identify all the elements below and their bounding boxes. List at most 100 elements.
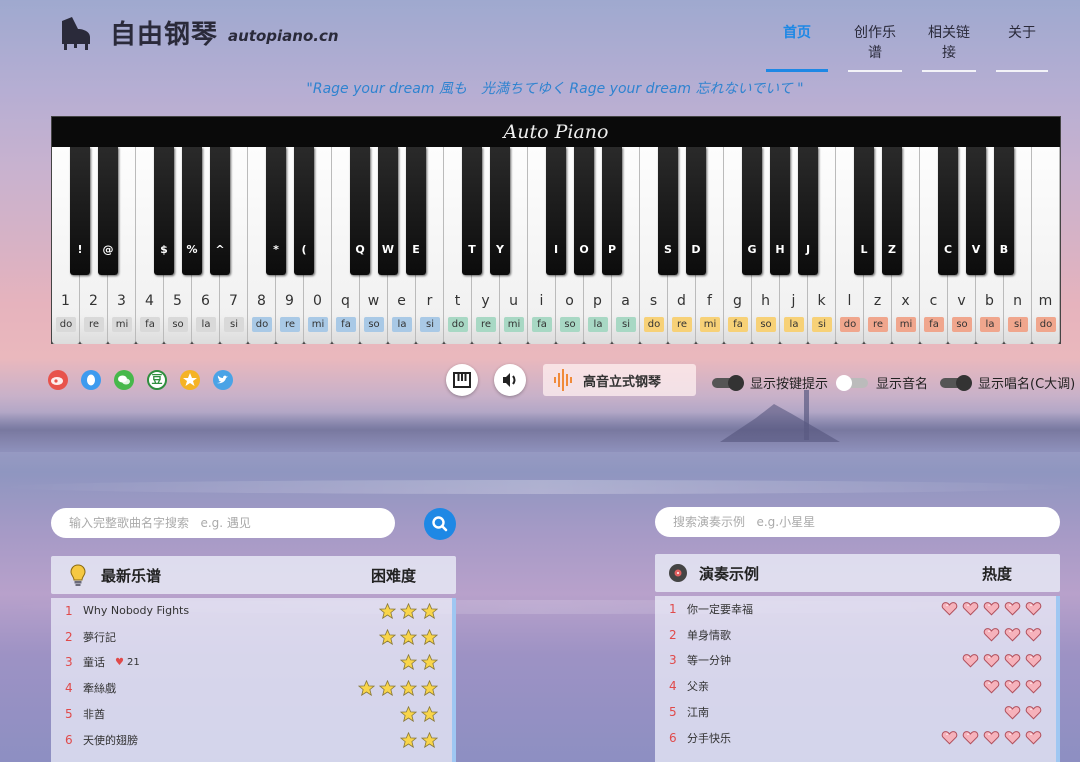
song-title[interactable]: 天使的翅膀 <box>83 732 138 748</box>
piano-black-key[interactable]: V <box>966 147 986 275</box>
key-shortcut-label: 2 <box>89 293 98 309</box>
douban-icon[interactable]: 豆 <box>147 370 167 390</box>
list-item[interactable]: 4 牽絲戲 <box>51 675 452 701</box>
piano-black-key[interactable]: P <box>602 147 622 275</box>
piano-white-key[interactable]: m do <box>1032 147 1060 344</box>
list-item[interactable]: 4 父亲 <box>655 673 1056 699</box>
piano-black-key[interactable]: B <box>994 147 1014 275</box>
weibo-icon[interactable] <box>48 370 68 390</box>
key-hints-switch[interactable] <box>712 374 744 391</box>
piano-black-key[interactable]: J <box>798 147 818 275</box>
piano-black-key[interactable]: ! <box>70 147 90 275</box>
piano-black-key[interactable]: W <box>378 147 398 275</box>
song-title[interactable]: 江南 <box>687 704 709 720</box>
piano-black-key[interactable]: * <box>266 147 286 275</box>
rating <box>375 628 438 645</box>
rank-number: 2 <box>65 629 73 644</box>
piano-black-key[interactable]: C <box>938 147 958 275</box>
solfege-label: re <box>280 317 300 332</box>
song-title[interactable]: 父亲 <box>687 678 709 694</box>
song-title[interactable]: 单身情歌 <box>687 627 731 643</box>
toggle-key-hints[interactable]: 显示按键提示 <box>712 373 828 392</box>
key-shortcut-label: e <box>397 293 406 309</box>
piano-black-key[interactable]: Q <box>350 147 370 275</box>
piano-black-key[interactable]: H <box>770 147 790 275</box>
list-item[interactable]: 1 Why Nobody Fights <box>51 598 452 624</box>
list-item[interactable]: 6 分手快乐 <box>655 725 1056 751</box>
key-shortcut-label: m <box>1038 293 1053 309</box>
sound-button[interactable] <box>494 364 526 396</box>
speaker-icon <box>503 373 516 387</box>
difficulty-star-icon <box>358 680 375 697</box>
demo-search-input[interactable] <box>655 507 1060 537</box>
piano-black-key[interactable]: T <box>462 147 482 275</box>
key-shortcut-label: g <box>733 293 742 309</box>
song-title[interactable]: 童话 <box>83 654 105 670</box>
piano-black-key[interactable]: ^ <box>210 147 230 275</box>
nav-about[interactable]: 关于 <box>996 20 1048 72</box>
song-title[interactable]: 你一定要幸福 <box>687 601 753 617</box>
list-item[interactable]: 6 天使的翅膀 <box>51 727 452 753</box>
list-item[interactable]: 5 非酋 <box>51 701 452 727</box>
favorite-star-icon[interactable] <box>180 370 200 390</box>
nav-compose[interactable]: 创作乐谱 <box>848 20 902 72</box>
piano-black-key[interactable]: ( <box>294 147 314 275</box>
solfege-switch[interactable] <box>940 374 972 391</box>
nav-links[interactable]: 相关链接 <box>922 20 976 72</box>
twitter-icon[interactable] <box>213 370 233 390</box>
toggle-solfege[interactable]: 显示唱名(C大调) <box>940 373 1075 392</box>
solfege-label: re <box>476 317 496 332</box>
list-item[interactable]: 2 夢行記 <box>51 624 452 650</box>
song-title[interactable]: 夢行記 <box>83 629 116 645</box>
key-shortcut-label: n <box>1013 293 1022 309</box>
song-title[interactable]: 等一分钟 <box>687 652 731 668</box>
piano-black-key[interactable]: % <box>182 147 202 275</box>
list-item[interactable]: 1 你一定要幸福 <box>655 596 1056 622</box>
score-search-input[interactable] <box>51 508 395 538</box>
piano-keyboard: Auto Piano 1 do 2 re 3 mi 4 fa 5 so 6 la 7 si 8 do 9 re 0 m… <box>51 116 1061 344</box>
song-title[interactable]: 牽絲戲 <box>83 680 116 696</box>
key-shortcut-label: t <box>454 293 461 309</box>
list-item[interactable]: 5 江南 <box>655 699 1056 725</box>
list-item[interactable]: 3 等一分钟 <box>655 648 1056 674</box>
piano-black-key[interactable]: D <box>686 147 706 275</box>
difficulty-star-icon <box>379 628 396 645</box>
key-shortcut-label: 3 <box>117 293 126 309</box>
score-search-button[interactable] <box>424 508 456 540</box>
qq-icon[interactable] <box>81 370 101 390</box>
list-item[interactable]: 2 单身情歌 <box>655 622 1056 648</box>
piano-black-key[interactable]: $ <box>154 147 174 275</box>
piano-black-key[interactable]: I <box>546 147 566 275</box>
key-shortcut-label: @ <box>102 243 114 256</box>
piano-black-key[interactable]: @ <box>98 147 118 275</box>
popularity-heart-icon <box>962 654 979 668</box>
rank-number: 1 <box>669 601 677 616</box>
rank-number: 2 <box>669 627 677 642</box>
piano-black-key[interactable]: E <box>406 147 426 275</box>
wechat-icon[interactable] <box>114 370 134 390</box>
likes-count: ♥ 21 <box>115 656 140 668</box>
solfege-label: do <box>1036 317 1056 332</box>
popularity-heart-icon <box>1025 705 1042 720</box>
site-logo[interactable]: 自由钢琴 autopiano.cn <box>58 14 339 51</box>
popularity-heart-icon <box>983 628 1000 642</box>
song-title[interactable]: 非酋 <box>83 706 105 722</box>
piano-black-key[interactable]: S <box>658 147 678 275</box>
solfege-label: fa <box>728 317 748 332</box>
piano-black-key[interactable]: Y <box>490 147 510 275</box>
solfege-label: mi <box>896 317 916 332</box>
note-names-switch[interactable] <box>836 374 868 391</box>
key-shortcut-label: s <box>649 293 658 309</box>
keyboard-mode-button[interactable] <box>446 364 478 396</box>
list-item[interactable]: 3 童话 ♥ 21 <box>51 650 452 676</box>
tagline-quote: "Rage your dream 風も 光満ちてゆく Rage your dre… <box>306 81 804 97</box>
piano-black-key[interactable]: G <box>742 147 762 275</box>
piano-black-key[interactable]: L <box>854 147 874 275</box>
nav-home[interactable]: 首页 <box>766 20 828 72</box>
song-title[interactable]: 分手快乐 <box>687 730 731 746</box>
song-title[interactable]: Why Nobody Fights <box>83 604 189 617</box>
piano-black-key[interactable]: O <box>574 147 594 275</box>
toggle-note-names[interactable]: 显示音名 <box>836 373 928 392</box>
piano-black-key[interactable]: Z <box>882 147 902 275</box>
instrument-select[interactable]: 高音立式钢琴 <box>543 364 696 396</box>
